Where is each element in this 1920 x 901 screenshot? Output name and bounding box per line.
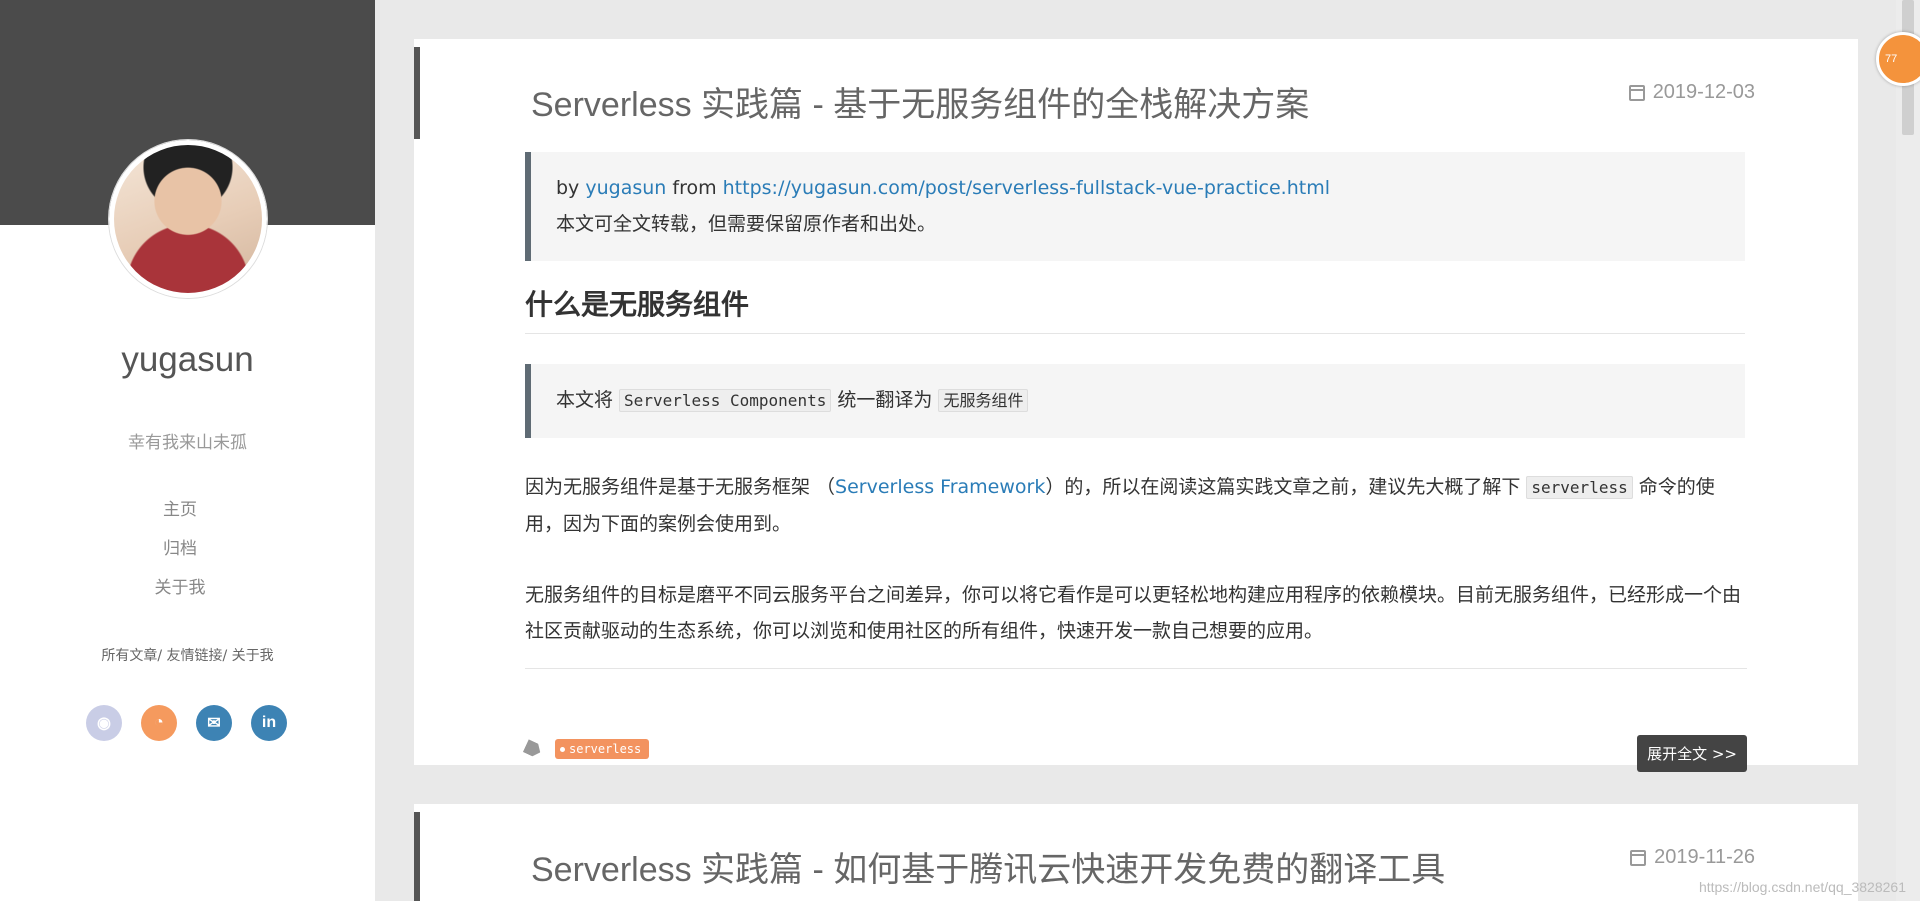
sidebar-nav: 主页 归档 关于我 — [0, 498, 360, 615]
site-motto: 幸有我来山未孤 — [128, 433, 247, 453]
note-pre: 本文将 — [556, 389, 620, 411]
code-wufuwu-zujian: 无服务组件 — [938, 389, 1029, 412]
post-date: 2019-11-26 — [1630, 846, 1755, 869]
nav-item-about[interactable]: 关于我 — [0, 576, 360, 615]
code-serverless-components: Serverless Components — [619, 389, 832, 412]
post-card: Serverless 实践篇 - 基于无服务组件的全栈解决方案 2019-12-… — [414, 39, 1858, 772]
p1-pre: 因为无服务组件是基于无服务框架 （ — [525, 476, 836, 498]
paragraph-2: 无服务组件的目标是磨平不同云服务平台之间差异，你可以将它看作是可以更轻松地构建应… — [525, 584, 1742, 642]
post-date: 2019-12-03 — [1628, 81, 1755, 104]
serverless-framework-link[interactable]: Serverless Framework — [835, 476, 1045, 498]
nav-item-archive[interactable]: 归档 — [0, 537, 360, 576]
post-date-text: 2019-12-03 — [1652, 81, 1755, 103]
post-title[interactable]: Serverless 实践篇 - 如何基于腾讯云快速开发免费的翻译工具 — [531, 842, 1445, 891]
author-link[interactable]: yugasun — [585, 177, 666, 199]
floating-badge[interactable]: 77 — [1876, 32, 1920, 86]
post-date-text: 2019-11-26 — [1654, 846, 1755, 868]
translation-note: 本文将 Serverless Components 统一翻译为 无服务组件 — [525, 364, 1745, 438]
tag-row: serverless — [523, 739, 650, 759]
quote-by: by — [556, 177, 586, 199]
site-name[interactable]: yugasun — [0, 340, 375, 380]
p1-mid: ）的，所以在阅读这篇实践文章之前，建议先大概了解下 — [1045, 476, 1527, 498]
code-serverless: serverless — [1526, 476, 1633, 499]
source-url-link[interactable]: https://yugasun.com/post/serverless-full… — [723, 177, 1330, 199]
post-title[interactable]: Serverless 实践篇 - 基于无服务组件的全栈解决方案 — [531, 77, 1309, 126]
divider — [525, 668, 1747, 669]
link-all-posts[interactable]: 所有文章 — [101, 648, 157, 664]
sidebar-links: 所有文章/ 友情链接/ 关于我 — [101, 648, 274, 664]
tag-icon — [523, 739, 543, 758]
social-icons: ◉ ◔ ✉ in — [86, 705, 287, 741]
section-heading: 什么是无服务组件 — [525, 283, 1745, 334]
copyright-notice: 本文可全文转载，但需要保留原作者和出处。 — [556, 213, 937, 235]
scrollbar[interactable] — [1896, 0, 1920, 901]
watermark: https://blog.csdn.net/qq_3828261 — [1698, 879, 1906, 895]
rss-icon[interactable]: ◔ — [141, 705, 177, 741]
link-about[interactable]: 关于我 — [232, 648, 274, 664]
mail-icon[interactable]: ✉ — [196, 705, 232, 741]
nav-item-home[interactable]: 主页 — [0, 498, 360, 537]
link-friends[interactable]: 友情链接 — [167, 648, 223, 664]
github-icon[interactable]: ◉ — [86, 705, 122, 741]
post-card: Serverless 实践篇 - 如何基于腾讯云快速开发免费的翻译工具 2019… — [414, 804, 1858, 901]
quote-from: from — [666, 177, 723, 199]
avatar[interactable] — [109, 140, 267, 298]
read-more-button[interactable]: 展开全文 >> — [1637, 735, 1747, 772]
sidebar: yugasun 幸有我来山未孤 主页 归档 关于我 所有文章/ 友情链接/ 关于… — [0, 0, 375, 901]
calendar-icon — [1628, 84, 1645, 101]
paragraph-1: 因为无服务组件是基于无服务框架 （Serverless Framework）的，… — [525, 469, 1747, 542]
tag-serverless[interactable]: serverless — [555, 739, 650, 759]
note-mid: 统一翻译为 — [831, 389, 939, 411]
author-quote: by yugasun from https://yugasun.com/post… — [525, 152, 1745, 261]
calendar-icon — [1630, 849, 1647, 866]
linkedin-icon[interactable]: in — [251, 705, 287, 741]
